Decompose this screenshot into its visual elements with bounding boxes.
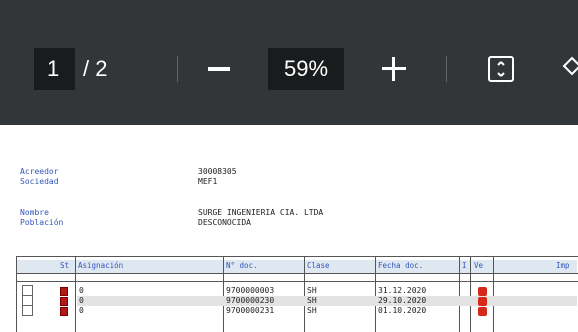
status-icon: [60, 307, 68, 316]
column-header-clase: Clase: [307, 261, 330, 270]
table-col-line: [223, 256, 224, 332]
cell-clase: SH: [307, 306, 317, 315]
cell-asignacion: 0: [79, 286, 84, 295]
current-page: 1: [47, 56, 60, 81]
zoom-out-icon[interactable]: [208, 67, 230, 71]
nombre-value: SURGE INGENIERIA CIA. LTDA: [198, 208, 324, 217]
poblacion-value: DESCONOCIDA: [198, 218, 251, 227]
zoom-in-icon[interactable]: [382, 57, 406, 81]
cell-ndoc: 9700000230: [226, 296, 275, 305]
toolbar-divider: [177, 56, 178, 82]
zoom-level: 59%: [283, 56, 329, 81]
page-total: / 2: [83, 56, 108, 81]
cell-asignacion: 0: [79, 296, 84, 305]
status-icon: [60, 287, 68, 296]
column-header-asignacion: Asignación: [78, 261, 124, 270]
cell-ndoc: 9700000231: [226, 306, 275, 315]
cell-fecha: 31.12.2020: [378, 286, 427, 295]
table-col-line: [493, 256, 494, 332]
poblacion-label: Población: [20, 218, 64, 227]
column-header-ndoc: N° doc.: [226, 261, 258, 270]
table-col-line: [470, 256, 471, 332]
cell-ndoc: 9700000003: [226, 286, 275, 295]
table-col-line: [75, 256, 76, 332]
acreedor-label: Acreedor: [20, 167, 59, 176]
sociedad-label: Sociedad: [20, 177, 59, 186]
overdue-icon: [478, 287, 487, 296]
status-icon: [60, 297, 68, 306]
column-header-i: I: [462, 261, 467, 270]
table-col-line: [459, 256, 460, 332]
cell-clase: SH: [307, 296, 317, 305]
sociedad-value: MEF1: [198, 177, 218, 186]
table-row-highlight: [77, 296, 577, 306]
fit-to-page-icon[interactable]: [488, 56, 514, 82]
toolbar-divider: [446, 56, 447, 82]
cell-fecha: 29.10.2020: [378, 296, 427, 305]
nombre-label: Nombre: [20, 208, 49, 217]
row-checkbox[interactable]: [22, 305, 33, 316]
column-header-imp: Imp: [556, 261, 570, 270]
overdue-icon: [478, 307, 487, 316]
pdf-toolbar: 1 / 2 59%: [0, 0, 578, 125]
table-col-line: [375, 256, 376, 332]
column-header-st: St: [60, 261, 70, 270]
overdue-icon: [478, 297, 487, 306]
cell-clase: SH: [307, 286, 317, 295]
column-header-fecha: Fecha doc.: [378, 261, 424, 270]
table-col-line: [16, 256, 17, 332]
cell-fecha: 01.10.2020: [378, 306, 427, 315]
column-header-ve: Ve: [474, 261, 484, 270]
acreedor-value: 30008305: [198, 167, 237, 176]
cell-asignacion: 0: [79, 306, 84, 315]
table-col-line: [304, 256, 305, 332]
rotate-icon[interactable]: [562, 56, 578, 76]
